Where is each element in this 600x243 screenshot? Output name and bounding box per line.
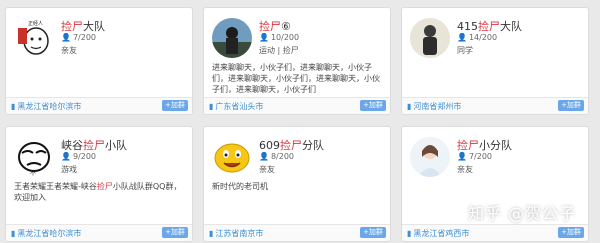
member-count: 👤 14/200 <box>457 33 498 42</box>
group-tags: 亲友 <box>259 165 275 174</box>
group-title[interactable]: 捡尸小分队 <box>457 137 512 153</box>
group-location: ▮ 河南省郑州市 <box>407 102 462 111</box>
group-tags: 运动 | 捡尸 <box>259 46 299 55</box>
group-avatar[interactable]: 不 <box>14 137 54 177</box>
group-avatar[interactable] <box>212 137 252 177</box>
card-footer: ▮ 江苏省南京市 +加群 <box>204 224 390 241</box>
person-icon: 👤 <box>457 152 467 161</box>
avatar-caption: 不 <box>30 170 37 177</box>
group-title[interactable]: 峡谷捡尸小队 <box>61 137 127 153</box>
title-prefix: 609 <box>259 139 280 152</box>
person-icon: 👤 <box>61 33 71 42</box>
group-location: ▮ 黑龙江省哈尔滨市 <box>11 102 82 111</box>
title-prefix: 峡谷 <box>61 139 83 152</box>
group-card-6[interactable]: 捡尸小分队 👤 7/200 亲友 ▮ 黑龙江省鸡西市 +加群 <box>401 126 589 242</box>
title-keyword: 捡尸 <box>280 139 302 152</box>
group-tags: 同学 <box>457 46 473 55</box>
photo-person-icon <box>212 18 252 58</box>
title-keyword: 捡尸 <box>259 20 281 33</box>
group-title[interactable]: 捡尸⑥ <box>259 18 291 34</box>
card-footer: ▮ 黑龙江省哈尔滨市 +加群 <box>6 97 192 114</box>
group-avatar[interactable] <box>212 18 252 58</box>
group-title[interactable]: 415捡尸大队 <box>457 18 522 34</box>
group-description: 新时代的老司机 <box>212 182 268 191</box>
person-icon: 👤 <box>259 152 269 161</box>
group-location: ▮ 黑龙江省鸡西市 <box>407 229 470 238</box>
card-footer: ▮ 黑龙江省哈尔滨市 +加群 <box>6 224 192 241</box>
card-footer: ▮ 黑龙江省鸡西市 +加群 <box>402 224 588 241</box>
card-footer: ▮ 河南省郑州市 +加群 <box>402 97 588 114</box>
group-card-1[interactable]: 正经人 捡尸大队 👤 7/200 亲友 ▮ 黑龙江省哈尔滨市 +加群 <box>5 7 193 115</box>
group-location: ▮ 江苏省南京市 <box>209 229 264 238</box>
group-tags: 亲友 <box>61 46 77 55</box>
title-keyword: 捡尸 <box>83 139 105 152</box>
person-icon: 👤 <box>61 152 71 161</box>
title-rest: ⑥ <box>281 20 291 33</box>
watermark: 知乎 @贺公子 <box>468 204 577 223</box>
group-title[interactable]: 捡尸大队 <box>61 18 105 34</box>
group-location: ▮ 黑龙江省哈尔滨市 <box>11 229 82 238</box>
member-count: 👤 10/200 <box>259 33 300 42</box>
emoji-face-icon <box>214 143 250 173</box>
title-rest: 大队 <box>500 20 522 33</box>
member-count: 👤 7/200 <box>61 33 97 42</box>
person-icon: 👤 <box>457 33 467 42</box>
title-rest: 小队 <box>105 139 127 152</box>
member-count: 👤 8/200 <box>259 152 295 161</box>
join-group-button[interactable]: +加群 <box>360 227 386 238</box>
title-prefix: 415 <box>457 20 478 33</box>
title-rest: 小分队 <box>479 139 512 152</box>
location-pin-icon: ▮ <box>407 102 412 111</box>
member-count: 👤 7/200 <box>457 152 493 161</box>
group-card-3[interactable]: 415捡尸大队 👤 14/200 同学 ▮ 河南省郑州市 +加群 <box>401 7 589 115</box>
group-description: 王者荣耀王者荣耀-峡谷捡尸小队战队群QQ群，欢迎加入 <box>14 182 182 202</box>
group-tags: 游戏 <box>61 165 77 174</box>
location-pin-icon: ▮ <box>407 229 412 238</box>
group-location: ▮ 广东省汕头市 <box>209 102 264 111</box>
location-pin-icon: ▮ <box>209 229 214 238</box>
group-tags: 亲友 <box>457 165 473 174</box>
group-title[interactable]: 609捡尸分队 <box>259 137 324 153</box>
join-group-button[interactable]: +加群 <box>162 227 188 238</box>
card-footer: ▮ 广东省汕头市 +加群 <box>204 97 390 114</box>
join-group-button[interactable]: +加群 <box>558 227 584 238</box>
person-icon: 👤 <box>259 33 269 42</box>
title-keyword: 捡尸 <box>457 139 479 152</box>
default-avatar-icon <box>410 137 450 177</box>
location-pin-icon: ▮ <box>209 102 214 111</box>
group-card-2[interactable]: 捡尸⑥ 👤 10/200 运动 | 捡尸 进来聊聊天，小伙子们，进来聊聊天，小伙子… <box>203 7 391 115</box>
join-group-button[interactable]: +加群 <box>162 100 188 111</box>
avatar-caption: 正经人 <box>28 21 44 27</box>
photo-person-icon <box>410 18 450 58</box>
join-group-button[interactable]: +加群 <box>558 100 584 111</box>
title-keyword: 捡尸 <box>478 20 500 33</box>
join-group-button[interactable]: +加群 <box>360 100 386 111</box>
title-keyword: 捡尸 <box>61 20 83 33</box>
location-pin-icon: ▮ <box>11 102 16 111</box>
title-rest: 大队 <box>83 20 105 33</box>
group-card-5[interactable]: 609捡尸分队 👤 8/200 亲友 新时代的老司机 ▮ 江苏省南京市 +加群 <box>203 126 391 242</box>
group-description: 进来聊聊天，小伙子们，进来聊聊天，小伙子们，进来聊聊天，小伙子们，进来聊聊天，小… <box>212 63 380 94</box>
group-avatar[interactable]: 正经人 <box>14 18 54 58</box>
group-avatar[interactable] <box>410 18 450 58</box>
group-avatar[interactable] <box>410 137 450 177</box>
group-card-4[interactable]: 不 峡谷捡尸小队 👤 9/200 游戏 王者荣耀王者荣耀-峡谷捡尸小队战队群QQ群… <box>5 126 193 242</box>
location-pin-icon: ▮ <box>11 229 16 238</box>
title-rest: 分队 <box>302 139 324 152</box>
member-count: 👤 9/200 <box>61 152 97 161</box>
